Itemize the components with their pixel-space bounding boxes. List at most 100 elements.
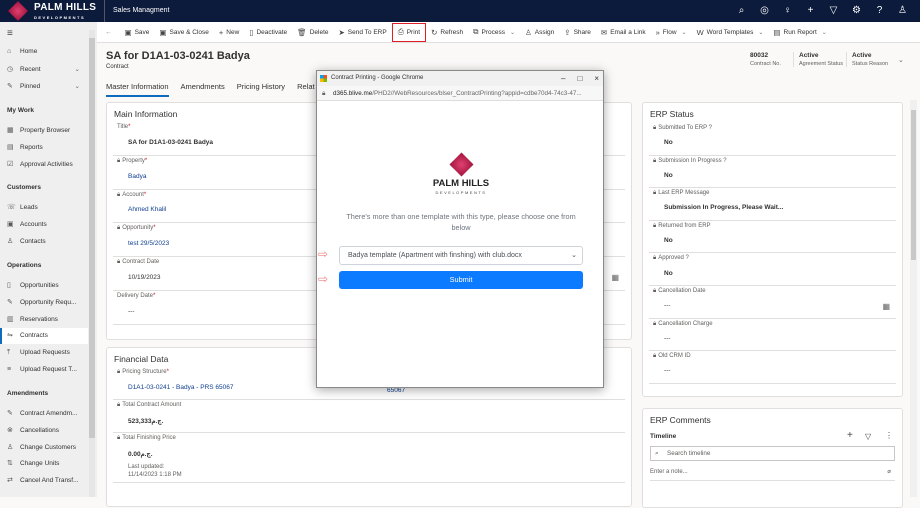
field-value[interactable]: D1A1-03-0241 - Badya - PRS 65067 xyxy=(128,384,234,391)
filter-icon[interactable]: ▽ xyxy=(865,432,871,441)
plus-icon[interactable]: + xyxy=(799,0,822,22)
sidebar-item-home[interactable]: ⌂ Home xyxy=(0,44,88,60)
field-value[interactable]: Badya xyxy=(128,173,146,180)
refresh-button[interactable]: ↻ Refresh xyxy=(426,22,468,43)
send-to-erp-button[interactable]: ➤ Send To ERP xyxy=(334,22,392,43)
sidebar-item-contracts[interactable]: ⇋ Contracts xyxy=(0,328,88,345)
back-button[interactable]: ← xyxy=(97,22,120,43)
sidebar-item-contract-amendm[interactable]: ✎ Contract Amendm... xyxy=(0,406,88,422)
run-report-button[interactable]: ▤ Run Report ⌄ xyxy=(768,22,831,43)
settings-icon[interactable]: ⚙ xyxy=(845,0,868,22)
upload-requests-icon: ⤒ xyxy=(7,349,11,357)
calendar-icon[interactable]: ▦ xyxy=(882,302,890,311)
sidebar-item-reports[interactable]: ▤ Reports xyxy=(0,140,88,156)
sidebar-item-change-units[interactable]: ⇅ Change Units xyxy=(0,456,88,472)
partial-link-value[interactable]: 65067 xyxy=(387,387,405,394)
maximize-icon[interactable]: □ xyxy=(577,71,582,86)
save-button[interactable]: ▣ Save xyxy=(120,22,155,43)
chevron-down-icon[interactable]: ⌄ xyxy=(510,29,515,36)
calendar-icon[interactable]: ▦ xyxy=(611,273,619,282)
sidebar-item-label: Approval Activities xyxy=(20,160,73,168)
target-icon[interactable]: ◎ xyxy=(753,0,776,22)
sidebar-item-pinned[interactable]: ✎ Pinned ⌄ xyxy=(0,79,88,95)
field-label: 🔒︎ Pricing Structure* xyxy=(117,369,169,375)
field-label: 🔒︎ Account* xyxy=(117,191,147,198)
sidebar-section-operations: Operations xyxy=(7,262,42,269)
sidebar-item-reservations[interactable]: ▥ Reservations xyxy=(0,312,88,328)
command-label: Process xyxy=(481,28,505,36)
delete-button[interactable]: 🗑 Delete xyxy=(292,22,333,43)
close-icon[interactable]: × xyxy=(594,71,599,86)
flow-button[interactable]: » Flow ⌄ xyxy=(651,22,692,43)
search-icon[interactable]: ⌕ xyxy=(730,0,753,22)
popup-url-bar[interactable]: 🔒︎ d365.blive.me/PHD2//WebResources/blser… xyxy=(317,86,603,101)
sidebar-item-opportunities[interactable]: ▯ Opportunities xyxy=(0,278,88,294)
chevron-down-icon[interactable]: ⌄ xyxy=(822,29,827,36)
note-input[interactable]: Enter a note... ⌀ xyxy=(650,464,895,481)
sidebar-item-property-browser[interactable]: ▦ Property Browser xyxy=(0,123,88,139)
field-value[interactable]: Ahmed Khalil xyxy=(128,206,166,213)
app-name[interactable]: Sales Managment xyxy=(104,0,169,22)
share-button[interactable]: ⇪ Share xyxy=(559,22,596,43)
chevron-down-icon[interactable]: ⌄ xyxy=(682,29,687,36)
field-value[interactable]: test 29/5/2023 xyxy=(128,240,169,247)
search-timeline-input[interactable]: ⌕ Search timeline xyxy=(650,446,895,461)
field-label: 🔒︎ Opportunity* xyxy=(117,225,156,232)
sidebar-item-recent[interactable]: ◷ Recent ⌄ xyxy=(0,62,88,78)
save-close-button[interactable]: ▣ Save & Close xyxy=(154,22,213,43)
lock-icon: 🔒︎ xyxy=(117,402,121,408)
header-expand-chevron-icon[interactable]: ⌄ xyxy=(898,56,904,64)
more-options-icon[interactable]: ⋮ xyxy=(885,431,893,440)
sidebar-item-opportunity-requ[interactable]: ✎ Opportunity Requ... xyxy=(0,295,88,311)
leads-icon: ☏ xyxy=(7,204,16,211)
field-value: --- xyxy=(128,307,135,315)
chevron-down-icon[interactable]: ⌄ xyxy=(758,29,763,36)
tab-related[interactable]: Relat xyxy=(297,82,315,97)
minimize-icon[interactable]: – xyxy=(561,71,565,86)
lock-icon: 🔒︎ xyxy=(117,369,121,375)
word-templates-icon: W xyxy=(696,27,704,37)
required-marker: * xyxy=(153,225,156,232)
sidebar-item-leads[interactable]: ☏ Leads xyxy=(0,200,88,216)
sidebar-item-upload-requests[interactable]: ⤒ Upload Requests xyxy=(0,345,88,361)
filter-icon[interactable]: ▽ xyxy=(822,0,845,22)
submit-button[interactable]: Submit xyxy=(339,271,583,289)
email-a-link-button[interactable]: ✉ Email a Link xyxy=(596,22,651,43)
deactivate-button[interactable]: ▯ Deactivate xyxy=(244,22,292,43)
assign-button[interactable]: ♙ Assign xyxy=(520,22,559,43)
sidebar-item-change-customers[interactable]: ♙ Change Customers xyxy=(0,440,88,456)
attachment-icon[interactable]: ⌀ xyxy=(887,464,891,481)
hamburger-menu-icon[interactable]: ≡ xyxy=(7,28,13,39)
run-report-icon: ▤ xyxy=(773,27,781,37)
field-label: 🔒︎ Contract Date xyxy=(117,259,160,266)
pinned-icon: ✎ xyxy=(7,83,13,90)
tab-pricing-history[interactable]: Pricing History xyxy=(237,82,285,97)
sidebar-item-accounts[interactable]: ▣ Accounts xyxy=(0,217,88,233)
command-label: Deactivate xyxy=(256,28,288,36)
contacts-icon: ♙ xyxy=(7,237,14,245)
template-select[interactable]: Badya template (Apartment with finshing)… xyxy=(339,246,583,265)
sidebar-item-approval-activities[interactable]: ☑ Approval Activities xyxy=(0,157,88,173)
print-button[interactable]: ⎙ Print xyxy=(391,22,427,42)
chevron-down-icon[interactable]: ⌄ xyxy=(75,79,80,95)
lock-icon: 🔒︎ xyxy=(653,222,657,229)
help-icon[interactable]: ? xyxy=(868,0,891,22)
header-contract-no: 80032 Contract No. xyxy=(750,52,781,67)
sidebar-item-contacts[interactable]: ♙ Contacts xyxy=(0,234,88,250)
user-icon[interactable]: ♙ xyxy=(891,0,914,22)
tab-amendments[interactable]: Amendments xyxy=(181,82,225,97)
command-label: Email a Link xyxy=(610,28,646,36)
sidebar-scroll-thumb[interactable] xyxy=(89,38,95,438)
process-button[interactable]: ⧉ Process ⌄ xyxy=(468,22,520,43)
add-icon[interactable]: + xyxy=(847,430,853,441)
sidebar-item-cancel-and-transf[interactable]: ⇄ Cancel And Transf... xyxy=(0,473,88,489)
sidebar-item-upload-request-t[interactable]: ≡ Upload Request T... xyxy=(0,362,88,378)
tab-master-information[interactable]: Master Information xyxy=(106,82,169,97)
main-scroll-thumb[interactable] xyxy=(911,110,916,260)
process-icon: ⧉ xyxy=(473,27,479,36)
sidebar-item-cancellations[interactable]: ⊗ Cancellations xyxy=(0,423,88,439)
word-templates-button[interactable]: W Word Templates ⌄ xyxy=(692,22,769,43)
chevron-down-icon[interactable]: ⌄ xyxy=(75,62,80,78)
new-button[interactable]: + New xyxy=(214,22,244,43)
lightbulb-icon[interactable]: ♀ xyxy=(776,0,799,22)
